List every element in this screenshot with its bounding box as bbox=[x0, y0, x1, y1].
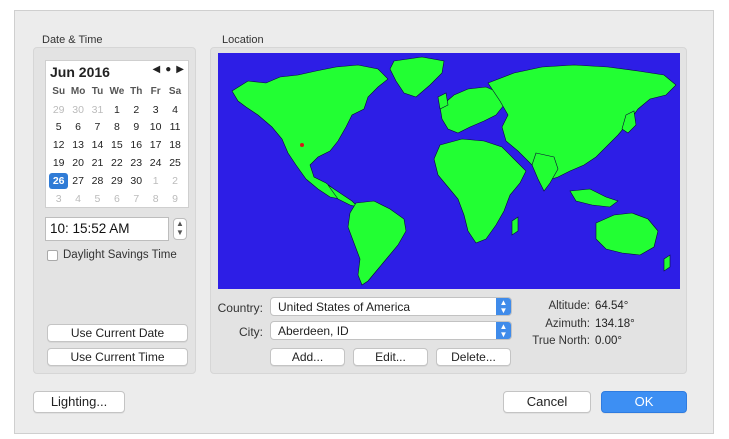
city-label: City: bbox=[239, 325, 263, 339]
calendar-day[interactable]: 20 bbox=[68, 155, 87, 171]
time-input[interactable]: 10: 15:52 AM bbox=[45, 217, 169, 241]
calendar-week-row: 12 13 14 15 16 17 18 bbox=[49, 136, 185, 154]
calendar-day[interactable]: 23 bbox=[127, 155, 146, 171]
calendar-grid: Su Mo Tu We Th Fr Sa 29 30 31 1 2 3 4 5 6 7 8 9 10 11 12 13 14 1… bbox=[49, 83, 185, 208]
ok-button[interactable]: OK bbox=[601, 391, 687, 413]
calendar-day[interactable]: 2 bbox=[127, 102, 146, 118]
calendar-day[interactable]: 1 bbox=[107, 102, 126, 118]
calendar-day[interactable]: 4 bbox=[68, 191, 87, 207]
true-north-label: True North: bbox=[532, 335, 590, 347]
use-current-time-button[interactable]: Use Current Time bbox=[47, 348, 188, 366]
calendar-week-row: 29 30 31 1 2 3 4 bbox=[49, 101, 185, 119]
calendar-day[interactable]: 21 bbox=[88, 155, 107, 171]
calendar-day[interactable]: 14 bbox=[88, 137, 107, 153]
weekday-label: We bbox=[109, 85, 125, 97]
calendar-day[interactable]: 7 bbox=[88, 119, 107, 135]
weekday-label: Tu bbox=[91, 85, 104, 97]
calendar-day[interactable]: 6 bbox=[68, 119, 87, 135]
calendar-day[interactable]: 5 bbox=[88, 191, 107, 207]
azimuth-label: Azimuth: bbox=[545, 318, 590, 330]
azimuth-value: 134.18° bbox=[595, 318, 635, 330]
world-map[interactable] bbox=[218, 53, 680, 289]
stepper-down-icon[interactable]: ▼ bbox=[174, 228, 186, 237]
weekday-label: Mo bbox=[70, 85, 86, 97]
calendar-day[interactable]: 24 bbox=[146, 155, 165, 171]
calendar-day[interactable]: 9 bbox=[165, 191, 184, 207]
calendar-day[interactable]: 9 bbox=[127, 119, 146, 135]
calendar-day[interactable]: 28 bbox=[88, 173, 107, 189]
weekday-label: Sa bbox=[168, 85, 182, 97]
cancel-button[interactable]: Cancel bbox=[503, 391, 591, 413]
calendar-day[interactable]: 8 bbox=[107, 119, 126, 135]
calendar-day[interactable]: 17 bbox=[146, 137, 165, 153]
altitude-value: 64.54° bbox=[595, 300, 629, 312]
next-month-arrow-icon[interactable]: ▶ bbox=[176, 64, 184, 75]
delete-city-button[interactable]: Delete... bbox=[436, 348, 511, 366]
calendar-day[interactable]: 30 bbox=[68, 102, 87, 118]
altitude-label: Altitude: bbox=[548, 300, 590, 312]
calendar-day[interactable]: 30 bbox=[127, 173, 146, 189]
calendar-day[interactable]: 12 bbox=[49, 137, 68, 153]
calendar-week-row: 19 20 21 22 23 24 25 bbox=[49, 154, 185, 172]
previous-month-arrow-icon[interactable]: ◀ bbox=[153, 64, 161, 75]
edit-city-button[interactable]: Edit... bbox=[353, 348, 428, 366]
calendar-day[interactable]: 1 bbox=[146, 173, 165, 189]
daylight-savings-checkbox[interactable] bbox=[47, 249, 58, 261]
weekday-label: Fr bbox=[150, 85, 161, 97]
today-dot-icon[interactable]: ● bbox=[165, 64, 171, 75]
location-group-label: Location bbox=[222, 34, 264, 46]
calendar-day[interactable]: 27 bbox=[68, 173, 87, 189]
location-marker-icon bbox=[300, 143, 304, 147]
calendar-day[interactable]: 3 bbox=[49, 191, 68, 207]
calendar-week-row: 26 27 28 29 30 1 2 bbox=[49, 172, 185, 190]
calendar-day[interactable]: 15 bbox=[107, 137, 126, 153]
calendar-day[interactable]: 16 bbox=[127, 137, 146, 153]
calendar-day-selected[interactable]: 26 bbox=[49, 172, 69, 189]
calendar-day[interactable]: 11 bbox=[165, 119, 184, 135]
calendar-day[interactable]: 10 bbox=[146, 119, 165, 135]
calendar-day[interactable]: 5 bbox=[49, 119, 68, 135]
country-select[interactable]: United States of America ▲ ▼ bbox=[270, 297, 512, 316]
calendar-day[interactable]: 19 bbox=[49, 155, 68, 171]
calendar-day[interactable]: 22 bbox=[107, 155, 126, 171]
use-current-date-button[interactable]: Use Current Date bbox=[47, 324, 188, 342]
add-city-button[interactable]: Add... bbox=[270, 348, 345, 366]
calendar-day[interactable]: 7 bbox=[127, 191, 146, 207]
country-label: Country: bbox=[217, 301, 263, 315]
calendar-day[interactable]: 13 bbox=[68, 137, 87, 153]
true-north-value: 0.00° bbox=[595, 335, 622, 347]
calendar-weekday-header: Su Mo Tu We Th Fr Sa bbox=[49, 83, 185, 101]
calendar-day[interactable]: 29 bbox=[49, 102, 68, 118]
calendar-day[interactable]: 8 bbox=[146, 191, 165, 207]
weekday-label: Th bbox=[130, 85, 143, 97]
time-stepper[interactable]: ▲ ▼ bbox=[173, 218, 187, 240]
stepper-up-icon[interactable]: ▲ bbox=[174, 219, 186, 228]
calendar-week-row: 3456789 bbox=[49, 190, 185, 208]
calendar-month-label: Jun 2016 bbox=[50, 64, 110, 80]
calendar-day[interactable]: 6 bbox=[107, 191, 126, 207]
calendar-day[interactable]: 29 bbox=[107, 173, 126, 189]
calendar-day[interactable]: 3 bbox=[146, 102, 165, 118]
daylight-savings-row[interactable]: Daylight Savings Time bbox=[47, 249, 177, 261]
city-select-value: Aberdeen, ID bbox=[278, 324, 349, 338]
daylight-savings-label: Daylight Savings Time bbox=[63, 249, 177, 261]
calendar-day[interactable]: 18 bbox=[165, 137, 184, 153]
calendar: Jun 2016 ◀ ● ▶ Su Mo Tu We Th Fr Sa 29 30 31 1 2 3 4 5… bbox=[45, 60, 189, 208]
calendar-day[interactable]: 4 bbox=[165, 102, 184, 118]
calendar-day[interactable]: 2 bbox=[165, 173, 184, 189]
country-select-value: United States of America bbox=[278, 300, 411, 314]
weekday-label: Su bbox=[52, 85, 66, 97]
city-select[interactable]: Aberdeen, ID ▲ ▼ bbox=[270, 321, 512, 340]
calendar-day[interactable]: 25 bbox=[165, 155, 184, 171]
calendar-nav: ◀ ● ▶ bbox=[153, 64, 184, 75]
lighting-button[interactable]: Lighting... bbox=[33, 391, 125, 413]
date-time-group-label: Date & Time bbox=[42, 34, 103, 46]
calendar-week-row: 5 6 7 8 9 10 11 bbox=[49, 119, 185, 137]
calendar-day[interactable]: 31 bbox=[88, 102, 107, 118]
